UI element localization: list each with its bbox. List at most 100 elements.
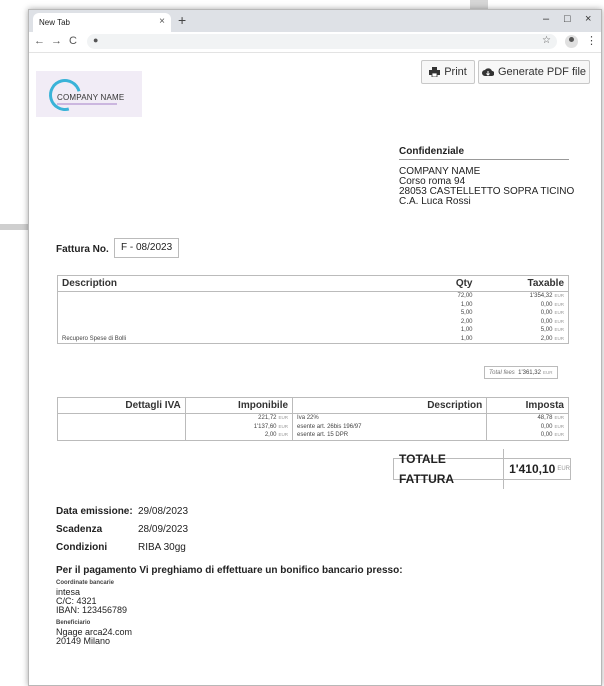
total-fees-box: Total fees 1'361,32 EUR bbox=[484, 366, 558, 379]
tab-close-icon[interactable]: × bbox=[159, 16, 165, 27]
vat-details-header: Dettagli IVA bbox=[57, 397, 186, 414]
vat-taxable: 2,00 EUR bbox=[184, 431, 293, 440]
currency-label: EUR bbox=[554, 310, 564, 315]
cloud-download-icon bbox=[482, 67, 494, 76]
item-taxable-value: 1'354,32 bbox=[529, 293, 553, 299]
vat-taxable: 221,72 EUR bbox=[184, 413, 293, 423]
reload-icon[interactable]: C bbox=[69, 35, 77, 47]
item-taxable-value: 0,00 bbox=[540, 318, 553, 325]
vat-description-header: Description bbox=[292, 397, 487, 414]
table-row: 221,72 EUR Iva 22% 48,78 EUR bbox=[58, 413, 569, 423]
maximize-icon[interactable]: □ bbox=[564, 13, 571, 25]
table-row: 1,00 5,00 EUR bbox=[58, 326, 569, 335]
minimize-icon[interactable]: – bbox=[543, 13, 549, 25]
item-description bbox=[58, 292, 416, 301]
invoice-total-box: TOTALE FATTURA 1'410,10 EUR bbox=[393, 449, 571, 489]
item-taxable-value: 5,00 bbox=[540, 327, 553, 333]
back-icon[interactable]: ← bbox=[34, 35, 45, 47]
item-description: Recupero Spese di Bolli bbox=[62, 335, 127, 342]
qty-header: Qty bbox=[415, 275, 477, 292]
title-bar: New Tab × + – □ × bbox=[29, 10, 601, 32]
currency-label: EUR bbox=[554, 327, 564, 332]
item-taxable: 0,00 EUR bbox=[477, 318, 569, 327]
table-row: 1,00 0,00 EUR bbox=[58, 301, 569, 310]
forward-icon[interactable]: → bbox=[51, 35, 62, 47]
item-description bbox=[58, 309, 416, 318]
currency-label: EUR bbox=[554, 335, 564, 341]
menu-icon[interactable]: ⋮ bbox=[586, 34, 597, 47]
bank-details: Coordinate bancarie intesa C/C: 4321 IBA… bbox=[56, 579, 132, 646]
item-description bbox=[58, 326, 416, 335]
company-logo: COMPANY NAME bbox=[36, 71, 142, 117]
vat-taxable-header: Imponibile bbox=[184, 397, 293, 414]
due-date-value: 28/09/2023 bbox=[138, 524, 189, 535]
issue-date-label: Data emissione: bbox=[56, 506, 133, 517]
vat-tax-value: 0,00 bbox=[540, 423, 553, 430]
invoice-dates: Data emissione: 29/08/2023 Scadenza 28/09/… bbox=[56, 503, 188, 557]
bank-line: IBAN: 123456789 bbox=[56, 605, 128, 615]
invoice-page: Print Generate PDF file COMPANY NAME Con… bbox=[29, 53, 601, 685]
recipient-line: C.A. Luca Rossi bbox=[399, 196, 471, 207]
total-fees-value: 1'361,32 bbox=[518, 370, 541, 376]
currency-label: EUR bbox=[554, 432, 564, 437]
description-header: Description bbox=[57, 275, 416, 292]
total-fees-label: Total fees bbox=[489, 370, 515, 376]
browser-tab[interactable]: New Tab × bbox=[33, 13, 171, 32]
browser-window: New Tab × + – □ × ← → C ● ☆ ⋮ Print Gene… bbox=[28, 9, 602, 686]
currency-label: EUR bbox=[557, 466, 570, 472]
browser-toolbar: ← → C ● ☆ ⋮ bbox=[29, 32, 601, 53]
printer-icon bbox=[429, 67, 441, 77]
tab-title: New Tab bbox=[39, 18, 70, 27]
bookmark-star-icon[interactable]: ☆ bbox=[542, 35, 551, 46]
vat-description: Iva 22% bbox=[292, 413, 487, 423]
vat-tax: 0,00 EUR bbox=[486, 422, 569, 431]
issue-date-value: 29/08/2023 bbox=[138, 506, 189, 517]
generate-pdf-button[interactable]: Generate PDF file bbox=[478, 60, 590, 84]
item-qty: 1,00 bbox=[460, 335, 473, 342]
vat-taxable: 1'137,60 EUR bbox=[184, 422, 293, 431]
item-qty: 1,00 bbox=[460, 327, 473, 333]
item-taxable: 1'354,32 EUR bbox=[477, 292, 569, 301]
invoice-number: F - 08/2023 bbox=[114, 238, 180, 258]
table-row: 1'137,60 EUR esente art. 26bis 196/97 0,0… bbox=[58, 422, 569, 431]
currency-label: EUR bbox=[554, 301, 564, 307]
table-row: 2,00 EUR esente art. 15 DPR 0,00 EUR bbox=[58, 431, 569, 440]
pdf-label: Generate PDF file bbox=[497, 66, 587, 78]
invoice-total-label: TOTALE FATTURA bbox=[394, 449, 505, 489]
vat-description: esente art. 26bis 196/97 bbox=[292, 422, 487, 431]
currency-label: EUR bbox=[542, 370, 553, 375]
close-icon[interactable]: × bbox=[585, 13, 591, 25]
vat-tax-header: Imposta bbox=[486, 397, 569, 414]
item-taxable-value: 0,00 bbox=[540, 310, 553, 316]
table-row: 2,00 0,00 EUR bbox=[58, 318, 569, 327]
currency-label: EUR bbox=[278, 432, 289, 437]
payment-heading: Per il pagamento Vi preghiamo di effettu… bbox=[56, 565, 403, 576]
new-tab-icon[interactable]: + bbox=[178, 12, 186, 28]
items-table: Description Qty Taxable 72,00 1'354,32 EU… bbox=[57, 275, 569, 344]
address-bar[interactable]: ● ☆ bbox=[87, 34, 557, 49]
currency-label: EUR bbox=[554, 423, 564, 429]
profile-avatar-icon[interactable] bbox=[565, 35, 578, 48]
item-description bbox=[58, 318, 416, 327]
recipient-heading: Confidenziale bbox=[399, 146, 465, 157]
item-taxable: 0,00 EUR bbox=[477, 301, 569, 310]
due-date-label: Scadenza bbox=[56, 524, 103, 535]
item-taxable-value: 2,00 bbox=[540, 335, 553, 342]
lock-icon: ● bbox=[93, 35, 99, 45]
vat-table: Dettagli IVA Imponibile Description Impo… bbox=[57, 397, 569, 441]
item-taxable: 0,00 EUR bbox=[477, 309, 569, 318]
item-description bbox=[58, 301, 416, 310]
beneficiary-line: 20149 Milano bbox=[56, 636, 111, 646]
currency-label: EUR bbox=[554, 318, 564, 324]
logo-tagline bbox=[57, 103, 117, 105]
vat-tax-value: 0,00 bbox=[540, 432, 553, 438]
vat-tax-value: 48,78 bbox=[537, 415, 553, 421]
item-qty: 72,00 bbox=[457, 293, 473, 299]
item-taxable-value: 0,00 bbox=[540, 301, 553, 308]
payment-terms-label: Condizioni bbox=[56, 542, 108, 553]
print-button[interactable]: Print bbox=[421, 60, 475, 84]
invoice-total-value: 1'410,10 bbox=[509, 462, 556, 476]
item-qty: 5,00 bbox=[460, 310, 473, 316]
vat-tax: 0,00 EUR bbox=[486, 431, 569, 440]
currency-label: EUR bbox=[554, 293, 564, 298]
